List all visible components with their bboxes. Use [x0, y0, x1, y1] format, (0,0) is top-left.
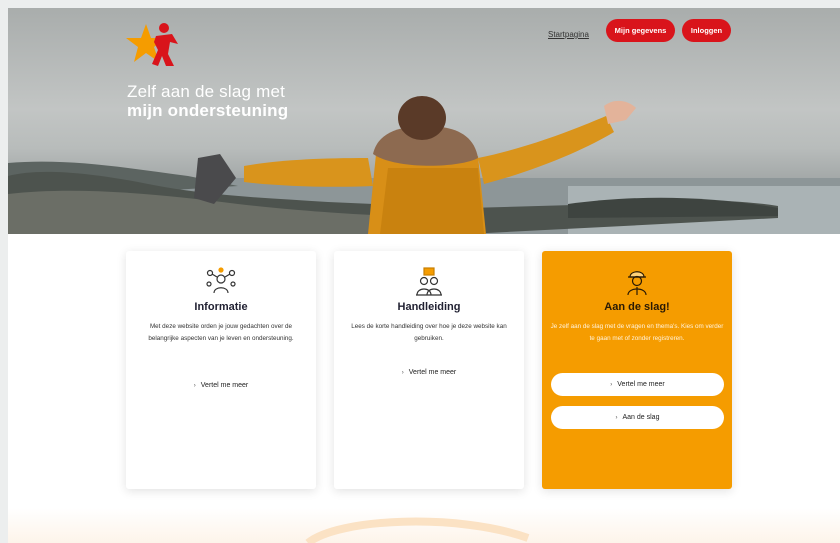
chevron-right-icon: ›: [401, 370, 404, 376]
card-description: Lees de korte handleiding over hoe je de…: [351, 323, 507, 342]
chevron-right-icon: ›: [615, 414, 618, 421]
chevron-right-icon: ›: [193, 383, 196, 389]
card-description: Met deze website orden je jouw gedachten…: [148, 323, 294, 342]
card-title: Handleiding: [397, 301, 461, 313]
decorative-arc: [305, 517, 530, 543]
button-label: Aan de slag: [622, 414, 660, 421]
card-title: Informatie: [194, 301, 248, 313]
logo-star-person-icon: [126, 23, 178, 66]
tagline-line-1: Zelf aan de slag met: [127, 82, 286, 101]
card-description: Je zelf aan de slag met de vragen en the…: [550, 323, 724, 342]
people-network-icon: [206, 267, 236, 294]
footer-decoration: [8, 508, 840, 543]
get-started-button[interactable]: › Aan de slag: [551, 406, 724, 429]
tagline-line-2: mijn ondersteuning: [127, 101, 289, 120]
tell-me-more-link[interactable]: › Vertel me meer: [334, 369, 524, 376]
button-label: Vertel me meer: [617, 381, 665, 388]
my-data-button[interactable]: Mijn gegevens: [606, 19, 675, 42]
hero-banner: Zelf aan de slag met mijn ondersteuning …: [8, 8, 840, 234]
worker-icon: [627, 271, 647, 296]
login-button[interactable]: Inloggen: [682, 19, 731, 42]
card-title: Aan de slag!: [604, 301, 670, 313]
card-aan-de-slag: Aan de slag! Je zelf aan de slag met de …: [542, 251, 732, 489]
chevron-right-icon: ›: [610, 381, 613, 388]
tell-me-more-button[interactable]: › Vertel me meer: [551, 373, 724, 396]
tell-me-more-link[interactable]: › Vertel me meer: [126, 382, 316, 389]
hero-tagline: Zelf aan de slag met mijn ondersteuning: [127, 82, 288, 120]
users-book-icon: [416, 267, 442, 296]
link-label: Vertel me meer: [408, 369, 457, 376]
link-label: Vertel me meer: [200, 382, 249, 389]
card-handleiding: Handleiding Lees de korte handleiding ov…: [334, 251, 524, 489]
card-informatie: Informatie Met deze website orden je jou…: [126, 251, 316, 489]
startpagina-link[interactable]: Startpagina: [546, 26, 591, 43]
page-frame: Zelf aan de slag met mijn ondersteuning …: [8, 8, 840, 543]
